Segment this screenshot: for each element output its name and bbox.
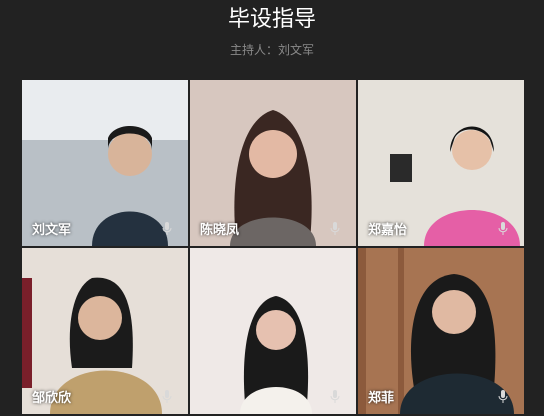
participant-name: 邹欣欣 — [32, 391, 72, 406]
mic-icon — [162, 390, 172, 403]
video-tile-3[interactable]: 郑嘉怡 — [358, 80, 524, 246]
mic-icon — [330, 222, 340, 235]
participant-name: 陈晓凤 — [200, 223, 240, 238]
meeting-host: 主持人：刘文军 — [229, 43, 314, 57]
video-tile-1[interactable]: 刘文军 — [22, 80, 188, 246]
mic-icon — [498, 222, 508, 235]
mic-icon — [330, 390, 340, 403]
mic-icon — [498, 390, 508, 403]
video-tile-5[interactable] — [190, 248, 356, 414]
participant-name: 郑菲 — [368, 391, 395, 406]
video-tile-6[interactable]: 郑菲 — [358, 248, 524, 414]
video-meeting-window: 毕设指导 主持人：刘文军 刘文军 陈晓凤 郑嘉怡 邹欣欣 郑菲 — [0, 0, 544, 416]
video-tile-2[interactable]: 陈晓凤 — [190, 80, 356, 246]
participant-name: 郑嘉怡 — [368, 223, 408, 238]
meeting-title: 毕设指导 — [227, 7, 316, 32]
participant-name: 刘文军 — [32, 223, 72, 238]
video-tile-4[interactable]: 邹欣欣 — [22, 248, 188, 414]
video-grid: 刘文军 陈晓凤 郑嘉怡 邹欣欣 郑菲 — [22, 80, 524, 416]
mic-icon — [162, 222, 172, 235]
